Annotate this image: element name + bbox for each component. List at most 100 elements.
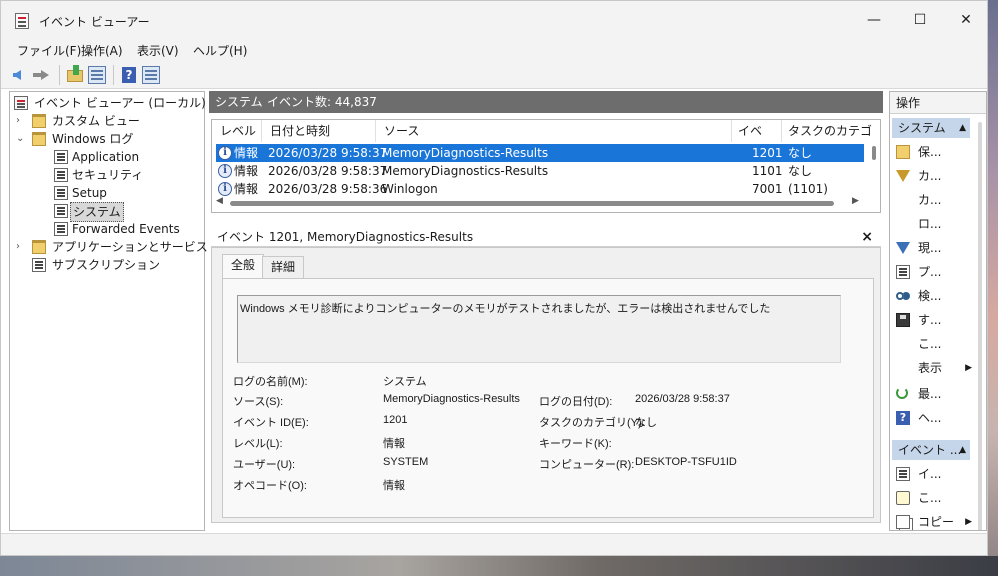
tree-item-root[interactable]: イベント ビューアー (ローカル) bbox=[14, 94, 206, 112]
event-row[interactable]: i 情報 2026/03/28 9:58:37 MemoryDiagnostic… bbox=[216, 162, 864, 180]
label-logged: ログの日付(D): bbox=[539, 396, 613, 408]
toolbar: ? bbox=[1, 61, 987, 89]
value-opcode: 情報 bbox=[383, 480, 405, 492]
actions-title: 操作 bbox=[890, 92, 986, 114]
list-vertical-scrollbar[interactable] bbox=[872, 146, 876, 160]
list-horizontal-scrollbar[interactable]: ◀ ▶ bbox=[216, 196, 866, 210]
action-label: 最... bbox=[918, 387, 942, 401]
actions-section-event[interactable]: イベント ... ▲ bbox=[892, 440, 970, 460]
refresh-icon bbox=[896, 387, 908, 399]
minimize-button[interactable]: — bbox=[851, 5, 897, 35]
tree-item-custom-views[interactable]: › カスタム ビュー bbox=[14, 112, 202, 130]
folder-icon bbox=[32, 114, 46, 128]
tab-general[interactable]: 全般 bbox=[222, 254, 265, 279]
close-detail-icon[interactable]: × bbox=[861, 227, 873, 247]
action-clear-log[interactable]: ロ... bbox=[896, 214, 972, 234]
status-bar bbox=[1, 533, 987, 555]
action-open-saved-log[interactable]: 保... bbox=[896, 142, 972, 162]
show-actions-button[interactable] bbox=[141, 65, 161, 85]
action-attach-task[interactable]: こ... bbox=[896, 334, 972, 354]
value-log-name: システム bbox=[383, 376, 427, 388]
action-label: コピー bbox=[918, 515, 955, 529]
menu-help[interactable]: ヘルプ(H) bbox=[193, 42, 247, 59]
tree-item-apps-services[interactable]: › アプリケーションとサービス ログ bbox=[14, 238, 236, 256]
event-detail-title: イベント 1201, MemoryDiagnostics-Results bbox=[217, 230, 474, 244]
value-logged: 2026/03/28 9:58:37 bbox=[635, 393, 730, 405]
scroll-left-icon[interactable]: ◀ bbox=[216, 196, 223, 206]
menu-file[interactable]: ファイル(F) bbox=[17, 42, 81, 59]
folder-up-icon bbox=[67, 65, 83, 82]
tree-item-security[interactable]: セキュリティ bbox=[14, 166, 202, 184]
column-source[interactable]: ソース bbox=[376, 120, 732, 142]
action-help[interactable]: ? ヘ... bbox=[896, 408, 972, 428]
action-refresh[interactable]: 最... bbox=[896, 384, 972, 404]
action-save-all-events[interactable]: す... bbox=[896, 310, 972, 330]
column-task-category[interactable]: タスクのカテゴリ bbox=[782, 120, 872, 160]
action-attach-task-to-event[interactable]: こ... bbox=[896, 488, 972, 508]
show-tree-button[interactable] bbox=[87, 65, 107, 85]
collapse-section-icon[interactable]: ▲ bbox=[959, 118, 966, 138]
event-detail-header: イベント 1201, MemoryDiagnostics-Results × bbox=[211, 227, 881, 247]
expand-icon[interactable]: › bbox=[16, 112, 20, 130]
action-find[interactable]: 検... bbox=[896, 286, 972, 306]
help-button[interactable]: ? bbox=[119, 65, 139, 85]
close-button[interactable]: ✕ bbox=[943, 5, 989, 35]
subscription-icon bbox=[32, 258, 46, 272]
event-row[interactable]: i 情報 2026/03/28 9:58:37 MemoryDiagnostic… bbox=[216, 144, 864, 162]
action-copy[interactable]: コピー ▶ bbox=[896, 512, 972, 530]
log-icon bbox=[54, 222, 68, 236]
collapse-icon[interactable]: ⌄ bbox=[16, 130, 24, 148]
tree-item-forwarded-events[interactable]: Forwarded Events bbox=[14, 220, 202, 238]
up-folder-button[interactable] bbox=[65, 65, 85, 85]
submenu-arrow-icon: ▶ bbox=[965, 517, 972, 527]
tree-item-subscriptions[interactable]: サブスクリプション bbox=[14, 256, 202, 274]
forward-button[interactable] bbox=[33, 65, 53, 85]
tree-item-application[interactable]: Application bbox=[14, 148, 202, 166]
event-description[interactable]: Windows メモリ診断によりコンピューターのメモリがテストされましたが、エラ… bbox=[237, 295, 841, 363]
tree-item-windows-logs[interactable]: ⌄ Windows ログ bbox=[14, 130, 202, 148]
action-view[interactable]: 表示 ▶ bbox=[896, 358, 972, 378]
submenu-arrow-icon: ▶ bbox=[965, 363, 972, 373]
event-count: イベント数: 44,837 bbox=[267, 95, 377, 109]
title-bar[interactable]: イベント ビューアー — ☐ ✕ bbox=[1, 1, 987, 39]
back-button[interactable] bbox=[11, 65, 31, 85]
action-event-properties[interactable]: イ... bbox=[896, 464, 972, 484]
window-title: イベント ビューアー bbox=[39, 15, 150, 29]
action-import-custom-view[interactable]: カ... bbox=[896, 190, 972, 210]
tree-item-label: Application bbox=[72, 150, 140, 164]
column-level[interactable]: レベル bbox=[212, 120, 262, 142]
action-filter-current-log[interactable]: 現... bbox=[896, 238, 972, 258]
event-viewer-icon bbox=[15, 13, 29, 29]
tree-item-label: イベント ビューアー (ローカル) bbox=[34, 96, 206, 110]
row-datetime: 2026/03/28 9:58:37 bbox=[268, 146, 388, 160]
column-datetime[interactable]: 日付と時刻 bbox=[262, 120, 376, 142]
value-task-category: なし bbox=[635, 417, 657, 429]
menu-action[interactable]: 操作(A) bbox=[81, 42, 123, 59]
open-folder-icon bbox=[896, 145, 910, 159]
filter-icon bbox=[896, 170, 910, 182]
expand-icon[interactable]: › bbox=[16, 238, 20, 256]
tree-item-setup[interactable]: Setup bbox=[14, 184, 202, 202]
tree-item-label: Setup bbox=[72, 186, 107, 200]
copy-icon bbox=[896, 515, 910, 529]
action-label: ロ... bbox=[918, 217, 942, 231]
actions-pane: 操作 システム ▲ 保... カ... カ... ロ... 現... プ... bbox=[889, 91, 987, 531]
column-event-id[interactable]: イベン... bbox=[732, 120, 782, 160]
action-properties[interactable]: プ... bbox=[896, 262, 972, 282]
menu-bar: ファイル(F) 操作(A) 表示(V) ヘルプ(H) bbox=[1, 39, 987, 61]
log-icon bbox=[54, 150, 68, 164]
action-create-custom-view[interactable]: カ... bbox=[896, 166, 972, 186]
tab-details[interactable]: 詳細 bbox=[262, 256, 305, 278]
actions-scrollbar[interactable] bbox=[978, 122, 982, 530]
scrollbar-thumb[interactable] bbox=[230, 201, 834, 206]
menu-view[interactable]: 表示(V) bbox=[137, 42, 179, 59]
collapse-section-icon[interactable]: ▲ bbox=[959, 440, 966, 460]
tree-item-system[interactable]: システム bbox=[14, 202, 202, 222]
scroll-right-icon[interactable]: ▶ bbox=[852, 196, 859, 206]
maximize-button[interactable]: ☐ bbox=[897, 5, 943, 35]
label-keywords: キーワード(K): bbox=[539, 438, 612, 450]
event-detail-body: 全般 詳細 Windows メモリ診断によりコンピューターのメモリがテストされま… bbox=[211, 247, 881, 523]
actions-section-system[interactable]: システム ▲ bbox=[892, 118, 970, 138]
tree-item-label: Windows ログ bbox=[52, 132, 134, 146]
label-task-category: タスクのカテゴリ(Y): bbox=[539, 417, 645, 429]
